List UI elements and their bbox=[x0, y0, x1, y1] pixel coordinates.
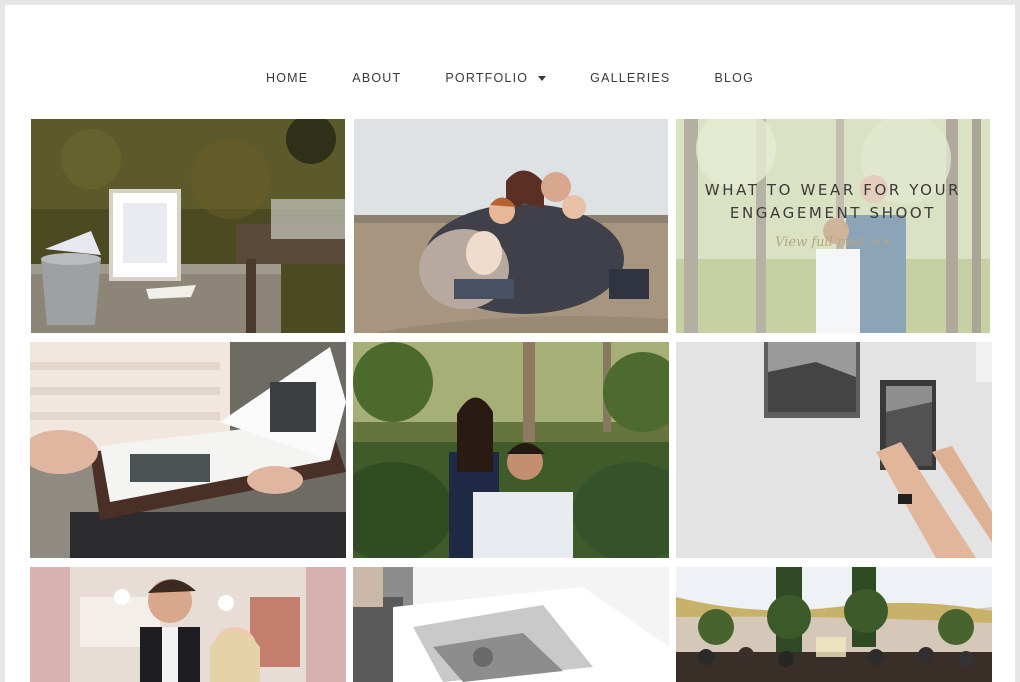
nav-galleries-label: GALLERIES bbox=[590, 71, 671, 85]
family-beach-image bbox=[354, 119, 668, 333]
featured-post-title: WHAT TO WEAR FOR YOUR ENGAGEMENT SHOOT bbox=[704, 180, 962, 222]
guestbook-table-image bbox=[31, 119, 345, 333]
photo-album-image bbox=[30, 342, 346, 558]
bride-groom-image bbox=[30, 567, 346, 682]
gallery-tile-couple-garden[interactable] bbox=[353, 342, 669, 558]
gallery-tile-photo-album[interactable] bbox=[30, 342, 346, 558]
couple-garden-image bbox=[353, 342, 669, 558]
view-full-post-link[interactable]: View full post >> bbox=[775, 235, 891, 250]
gallery-tile-wall-prints[interactable] bbox=[676, 342, 992, 558]
nav-portfolio-label: PORTFOLIO bbox=[445, 71, 529, 85]
photo-book-image bbox=[353, 567, 669, 682]
reception-image bbox=[676, 567, 992, 682]
featured-post-overlay: WHAT TO WEAR FOR YOUR ENGAGEMENT SHOOT V… bbox=[676, 119, 990, 333]
nav-home[interactable]: HOME bbox=[266, 71, 308, 85]
gallery-tile-guestbook[interactable] bbox=[31, 119, 345, 333]
nav-blog[interactable]: BLOG bbox=[714, 71, 754, 85]
featured-post-tile[interactable]: WHAT TO WEAR FOR YOUR ENGAGEMENT SHOOT V… bbox=[676, 119, 990, 333]
nav-about[interactable]: ABOUT bbox=[352, 71, 401, 85]
page: HOME ABOUT PORTFOLIO GALLERIES BLOG WHAT… bbox=[5, 5, 1015, 682]
nav-about-label: ABOUT bbox=[352, 71, 402, 85]
nav-home-label: HOME bbox=[265, 71, 309, 85]
gallery-tile-photo-book[interactable] bbox=[353, 567, 669, 682]
gallery-tile-family-beach[interactable] bbox=[354, 119, 668, 333]
wall-prints-image bbox=[676, 342, 992, 558]
gallery-tile-reception[interactable] bbox=[676, 567, 992, 682]
nav-portfolio[interactable]: PORTFOLIO bbox=[445, 71, 547, 85]
chevron-down-icon bbox=[538, 75, 547, 81]
nav-galleries[interactable]: GALLERIES bbox=[590, 71, 670, 85]
main-nav: HOME ABOUT PORTFOLIO GALLERIES BLOG bbox=[5, 65, 1015, 91]
gallery-tile-bride-groom[interactable] bbox=[30, 567, 346, 682]
nav-blog-label: BLOG bbox=[714, 71, 754, 85]
